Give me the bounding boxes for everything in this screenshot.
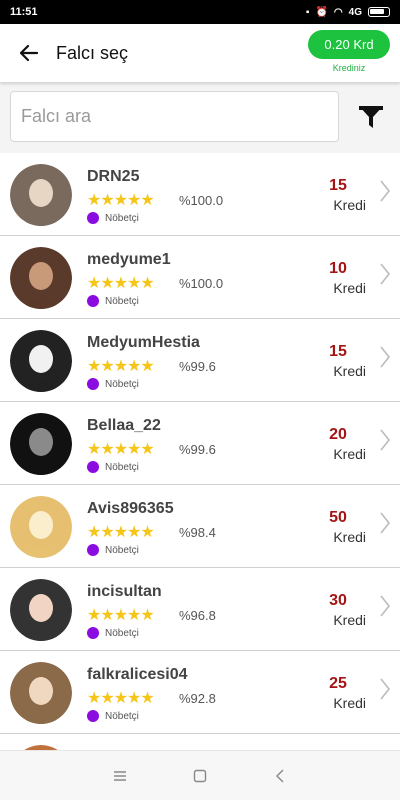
reader-row[interactable]: incisultan ★★★★★ %96.8 Nöbetçi 30 Kredi xyxy=(0,568,400,651)
reader-name: Bellaa_22 xyxy=(87,417,161,434)
network-label: 4G xyxy=(348,6,362,18)
reader-name: medyume1 xyxy=(87,251,171,268)
credit-caption: Krediniz xyxy=(332,63,366,73)
reader-row[interactable]: DRN25 ★★★★★ %100.0 Nöbetçi 15 Kredi xyxy=(0,153,400,236)
price-unit: Kredi xyxy=(333,197,366,213)
system-back-button[interactable] xyxy=(265,761,295,791)
home-button[interactable] xyxy=(185,761,215,791)
status-dot-icon xyxy=(87,544,99,556)
page-title: Falcı seç xyxy=(56,42,129,63)
chevron-right-icon xyxy=(380,678,391,700)
status-dot-icon xyxy=(87,295,99,307)
search-row xyxy=(10,91,390,143)
rating-percent: %98.4 xyxy=(179,525,216,540)
avatar xyxy=(10,496,72,558)
reader-row[interactable]: falkralicesi04 ★★★★★ %92.8 Nöbetçi 25 Kr… xyxy=(0,651,400,734)
price-unit: Kredi xyxy=(333,363,366,379)
credit-display[interactable]: 0.20 Krd Krediniz xyxy=(308,30,390,73)
wifi-icon: ◠ xyxy=(333,6,343,18)
status-label: Nöbetçi xyxy=(105,296,139,307)
status-dot-icon xyxy=(87,461,99,473)
search-input[interactable] xyxy=(10,91,339,142)
notification-icon: ▪ xyxy=(305,6,310,18)
reader-list: DRN25 ★★★★★ %100.0 Nöbetçi 15 Kredi medy… xyxy=(0,153,400,750)
status-dot-icon xyxy=(87,627,99,639)
recents-button[interactable] xyxy=(105,761,135,791)
avatar xyxy=(10,579,72,641)
reader-name: DRN25 xyxy=(87,168,140,185)
app-bar: Falcı seç 0.20 Krd Krediniz xyxy=(0,24,400,82)
price-value: 50 xyxy=(329,509,347,526)
status-label: Nöbetçi xyxy=(105,545,139,556)
avatar xyxy=(10,247,72,309)
status-label: Nöbetçi xyxy=(105,462,139,473)
star-rating: ★★★★★ xyxy=(87,192,155,209)
status-dot-icon xyxy=(87,212,99,224)
status-label: Nöbetçi xyxy=(105,711,139,722)
price-unit: Kredi xyxy=(333,612,366,628)
chevron-right-icon xyxy=(380,512,391,534)
rating-percent: %100.0 xyxy=(179,276,224,291)
reader-row-partial[interactable] xyxy=(0,734,400,750)
credit-balance-button[interactable]: 0.20 Krd xyxy=(308,30,390,59)
status-label: Nöbetçi xyxy=(105,213,139,224)
status-dot-icon xyxy=(87,378,99,390)
star-rating: ★★★★★ xyxy=(87,690,155,707)
reader-name: Avis896365 xyxy=(87,500,174,517)
home-square-icon xyxy=(193,769,207,782)
reader-row[interactable]: medyume1 ★★★★★ %100.0 Nöbetçi 10 Kredi xyxy=(0,236,400,319)
rating-percent: %99.6 xyxy=(179,442,216,457)
price-value: 10 xyxy=(329,260,347,277)
status-icons: ▪ ⏰ ◠ 4G xyxy=(306,7,390,18)
reader-row[interactable]: MedyumHestia ★★★★★ %99.6 Nöbetçi 15 Kred… xyxy=(0,319,400,402)
status-label: Nöbetçi xyxy=(105,379,139,390)
reader-name: incisultan xyxy=(87,583,162,600)
rating-percent: %99.6 xyxy=(179,359,216,374)
system-nav-bar xyxy=(0,750,400,800)
price-value: 20 xyxy=(329,426,347,443)
reader-row[interactable]: Bellaa_22 ★★★★★ %99.6 Nöbetçi 20 Kredi xyxy=(0,402,400,485)
chevron-right-icon xyxy=(380,263,391,285)
chevron-right-icon xyxy=(380,180,391,202)
status-bar: 11:51 ▪ ⏰ ◠ 4G xyxy=(0,0,400,24)
star-rating: ★★★★★ xyxy=(87,358,155,375)
reader-row[interactable]: Avis896365 ★★★★★ %98.4 Nöbetçi 50 Kredi xyxy=(0,485,400,568)
avatar xyxy=(10,662,72,724)
filter-icon[interactable] xyxy=(358,104,384,130)
avatar xyxy=(10,164,72,226)
arrow-left-icon xyxy=(19,44,39,62)
avatar xyxy=(10,413,72,475)
back-button[interactable] xyxy=(0,24,56,82)
reader-name: falkralicesi04 xyxy=(87,666,188,683)
chevron-right-icon xyxy=(380,429,391,451)
star-rating: ★★★★★ xyxy=(87,607,155,624)
back-chevron-icon xyxy=(276,769,284,782)
reader-name: MedyumHestia xyxy=(87,334,200,351)
price-unit: Kredi xyxy=(333,446,366,462)
price-value: 15 xyxy=(329,177,347,194)
avatar xyxy=(10,330,72,392)
price-value: 15 xyxy=(329,343,347,360)
status-dot-icon xyxy=(87,710,99,722)
price-unit: Kredi xyxy=(333,280,366,296)
price-value: 30 xyxy=(329,592,347,609)
rating-percent: %96.8 xyxy=(179,608,216,623)
status-time: 11:51 xyxy=(10,6,38,18)
price-value: 25 xyxy=(329,675,347,692)
status-label: Nöbetçi xyxy=(105,628,139,639)
menu-icon xyxy=(114,770,126,781)
star-rating: ★★★★★ xyxy=(87,441,155,458)
rating-percent: %92.8 xyxy=(179,691,216,706)
chevron-right-icon xyxy=(380,595,391,617)
price-unit: Kredi xyxy=(333,695,366,711)
rating-percent: %100.0 xyxy=(179,193,224,208)
price-unit: Kredi xyxy=(333,529,366,545)
star-rating: ★★★★★ xyxy=(87,275,155,292)
chevron-right-icon xyxy=(380,346,391,368)
star-rating: ★★★★★ xyxy=(87,524,155,541)
battery-icon xyxy=(368,7,390,17)
alarm-icon: ⏰ xyxy=(315,6,328,18)
